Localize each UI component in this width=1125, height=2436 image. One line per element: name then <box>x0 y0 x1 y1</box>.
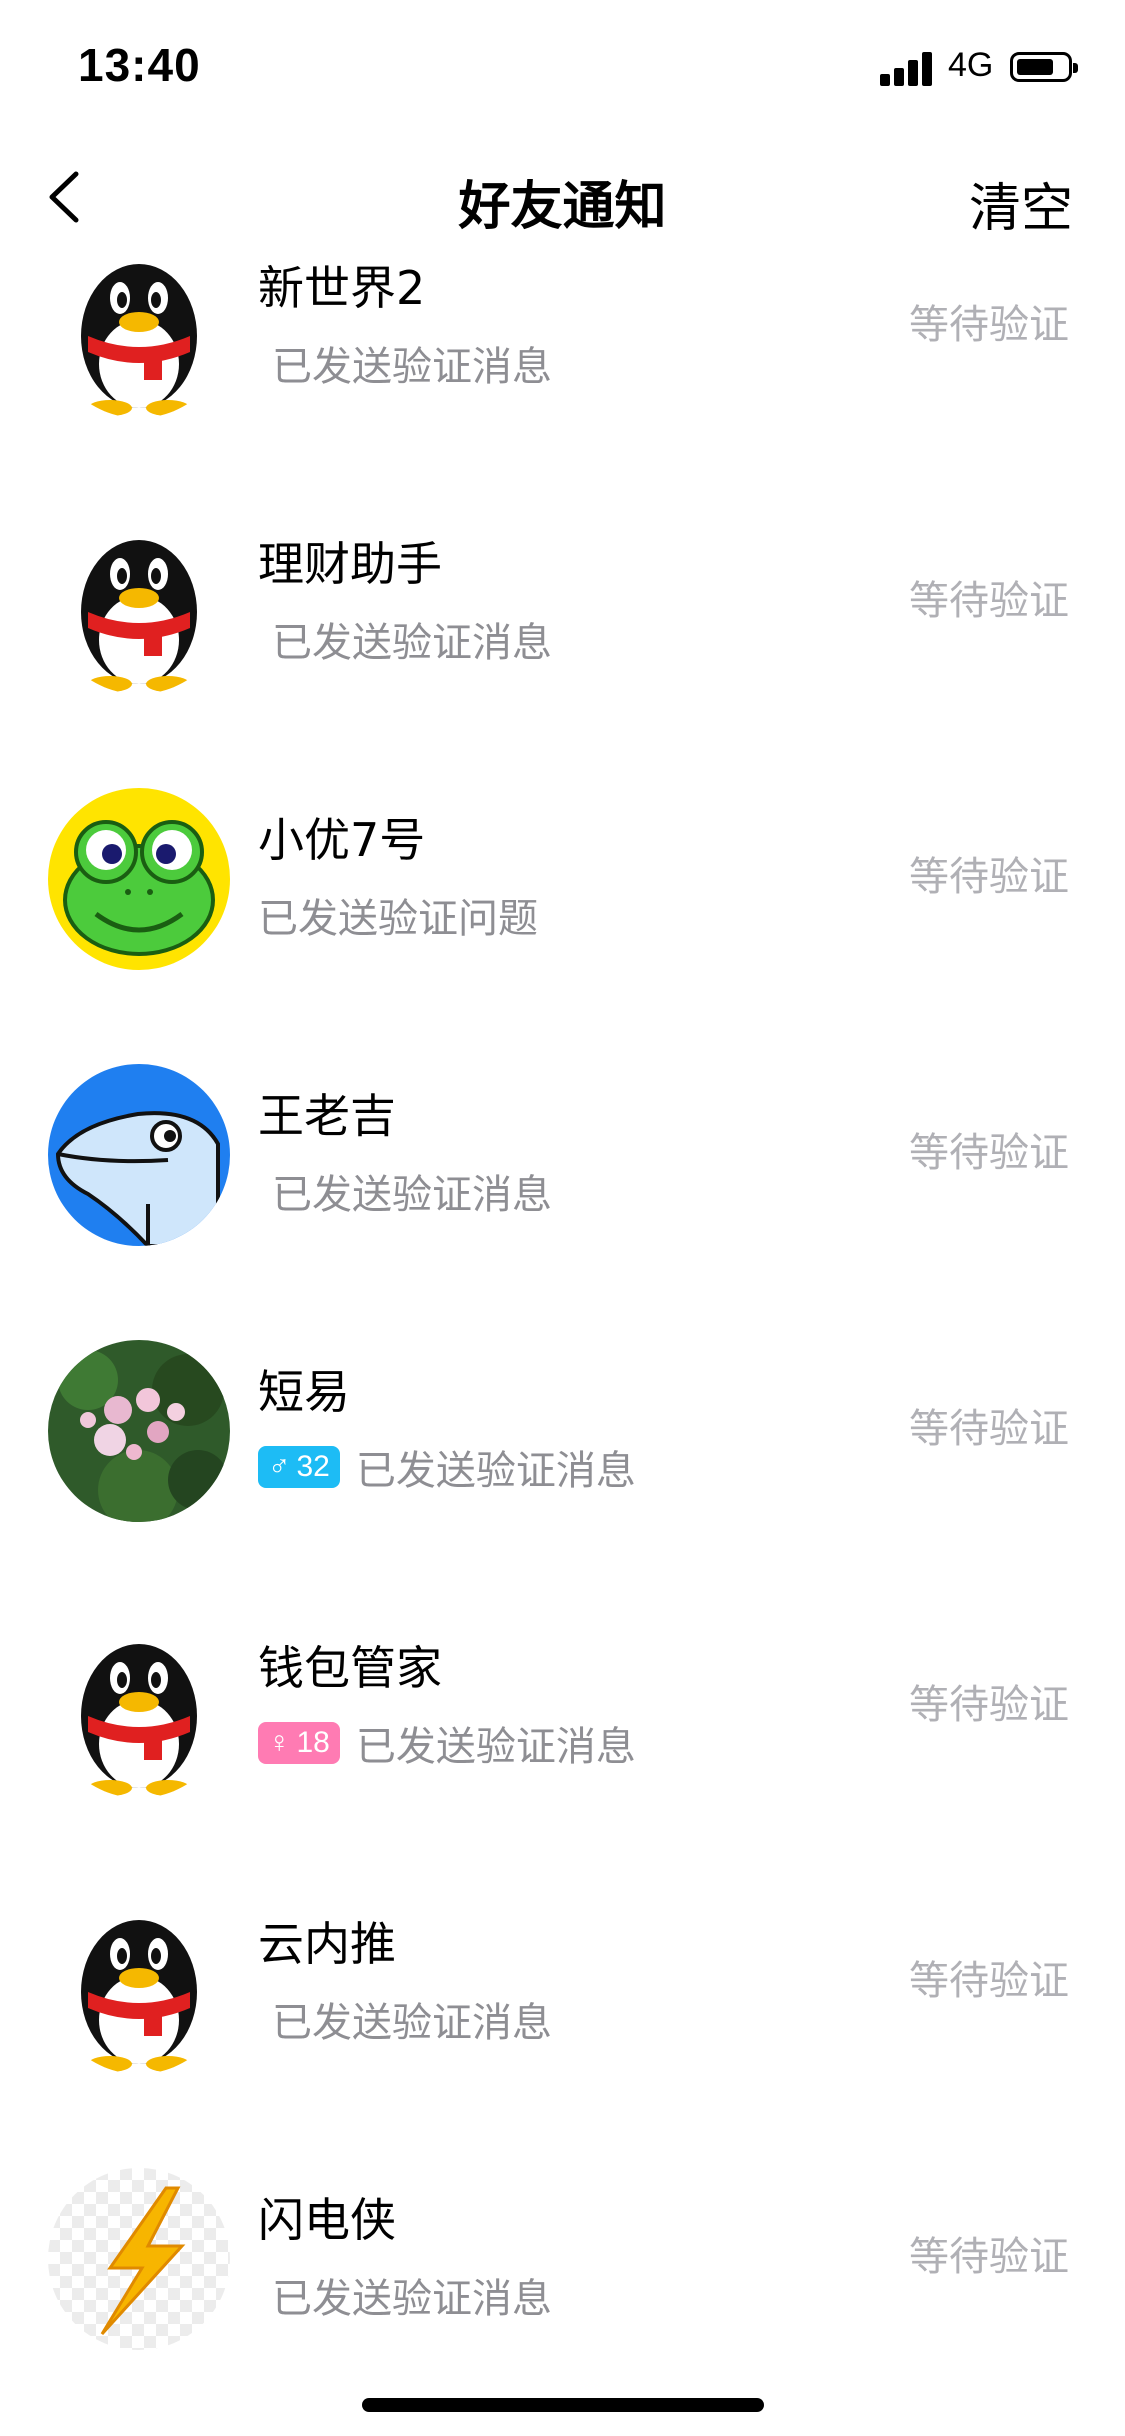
message-text: 已发送验证消息 <box>355 1448 636 1494</box>
status-badge: 等待验证 <box>909 1682 1069 1728</box>
list-item[interactable]: 小优7号已发送验证问题 等待验证 <box>0 770 1125 1046</box>
message-text: 已发送验证问题 <box>258 896 538 942</box>
message-text: 已发送验证消息 <box>272 1172 552 1218</box>
contact-name: 短易 <box>258 1365 350 1419</box>
contact-name: 王老吉 <box>258 1089 396 1143</box>
message-line: 已发送验证消息 <box>258 610 552 668</box>
status-badge: 等待验证 <box>909 302 1069 348</box>
status-badge: 等待验证 <box>909 2234 1069 2280</box>
avatar[interactable] <box>48 1892 230 2074</box>
message-line: ♀ 18 已发送验证消息 <box>258 1714 636 1772</box>
list-item[interactable]: 短易 ♂ 32 已发送验证消息 等待验证 <box>0 1322 1125 1598</box>
contact-name: 闪电侠 <box>258 2193 396 2247</box>
status-badge: 等待验证 <box>909 1958 1069 2004</box>
contact-name: 云内推 <box>258 1917 396 1971</box>
network-type: 4G <box>948 46 994 84</box>
signal-icon <box>880 52 936 86</box>
status-badge: 等待验证 <box>909 578 1069 624</box>
contact-name: 钱包管家 <box>258 1641 442 1695</box>
message-text: 已发送验证消息 <box>272 2276 552 2322</box>
age-text: 18 <box>296 1726 330 1759</box>
status-badge: 等待验证 <box>909 1406 1069 1452</box>
gender-age-badge: ♂ 32 <box>258 1446 340 1488</box>
contact-name: 小优7号 <box>258 813 426 867</box>
list-item[interactable]: 新世界2 已发送验证消息 等待验证 <box>0 218 1125 494</box>
avatar[interactable] <box>48 1340 230 1522</box>
list-item[interactable]: 云内推已发送验证消息 等待验证 <box>0 1874 1125 2150</box>
avatar[interactable] <box>48 512 230 694</box>
message-line: 已发送验证消息 <box>258 2266 552 2324</box>
message-text: 已发送验证消息 <box>272 344 552 390</box>
message-text: 已发送验证消息 <box>355 1724 636 1770</box>
avatar[interactable] <box>48 788 230 970</box>
gender-age-badge: ♀ 18 <box>258 1722 340 1764</box>
status-badge: 等待验证 <box>909 854 1069 900</box>
male-icon: ♂ <box>268 1450 291 1483</box>
avatar[interactable] <box>48 236 230 418</box>
list-item[interactable]: 钱包管家 ♀ 18 已发送验证消息 等待验证 <box>0 1598 1125 1874</box>
contact-name: 新世界2 <box>258 261 426 315</box>
battery-icon <box>1010 52 1078 82</box>
female-icon: ♀ <box>268 1726 291 1759</box>
status-badge: 等待验证 <box>909 1130 1069 1176</box>
avatar[interactable] <box>48 1616 230 1798</box>
message-text: 已发送验证消息 <box>272 2000 552 2046</box>
list-item[interactable]: 王老吉已发送验证消息 等待验证 <box>0 1046 1125 1322</box>
age-text: 32 <box>296 1450 330 1483</box>
list-item[interactable]: 理财助手已发送验证消息 等待验证 <box>0 494 1125 770</box>
status-time: 13:40 <box>78 39 201 91</box>
message-line: 已发送验证问题 <box>258 886 538 944</box>
message-line: 已发送验证消息 <box>258 1990 552 2048</box>
status-bar: 13:40 4G <box>0 0 1125 132</box>
message-line: ♂ 32 已发送验证消息 <box>258 1438 636 1496</box>
list-item[interactable]: 闪电侠已发送验证消息 等待验证 <box>0 2150 1125 2426</box>
avatar[interactable] <box>48 1064 230 1246</box>
message-text: 已发送验证消息 <box>272 620 552 666</box>
avatar[interactable] <box>48 2168 230 2350</box>
home-indicator[interactable] <box>362 2398 764 2412</box>
message-line: 已发送验证消息 <box>258 334 552 392</box>
contact-name: 理财助手 <box>258 537 442 591</box>
message-line: 已发送验证消息 <box>258 1162 552 1220</box>
